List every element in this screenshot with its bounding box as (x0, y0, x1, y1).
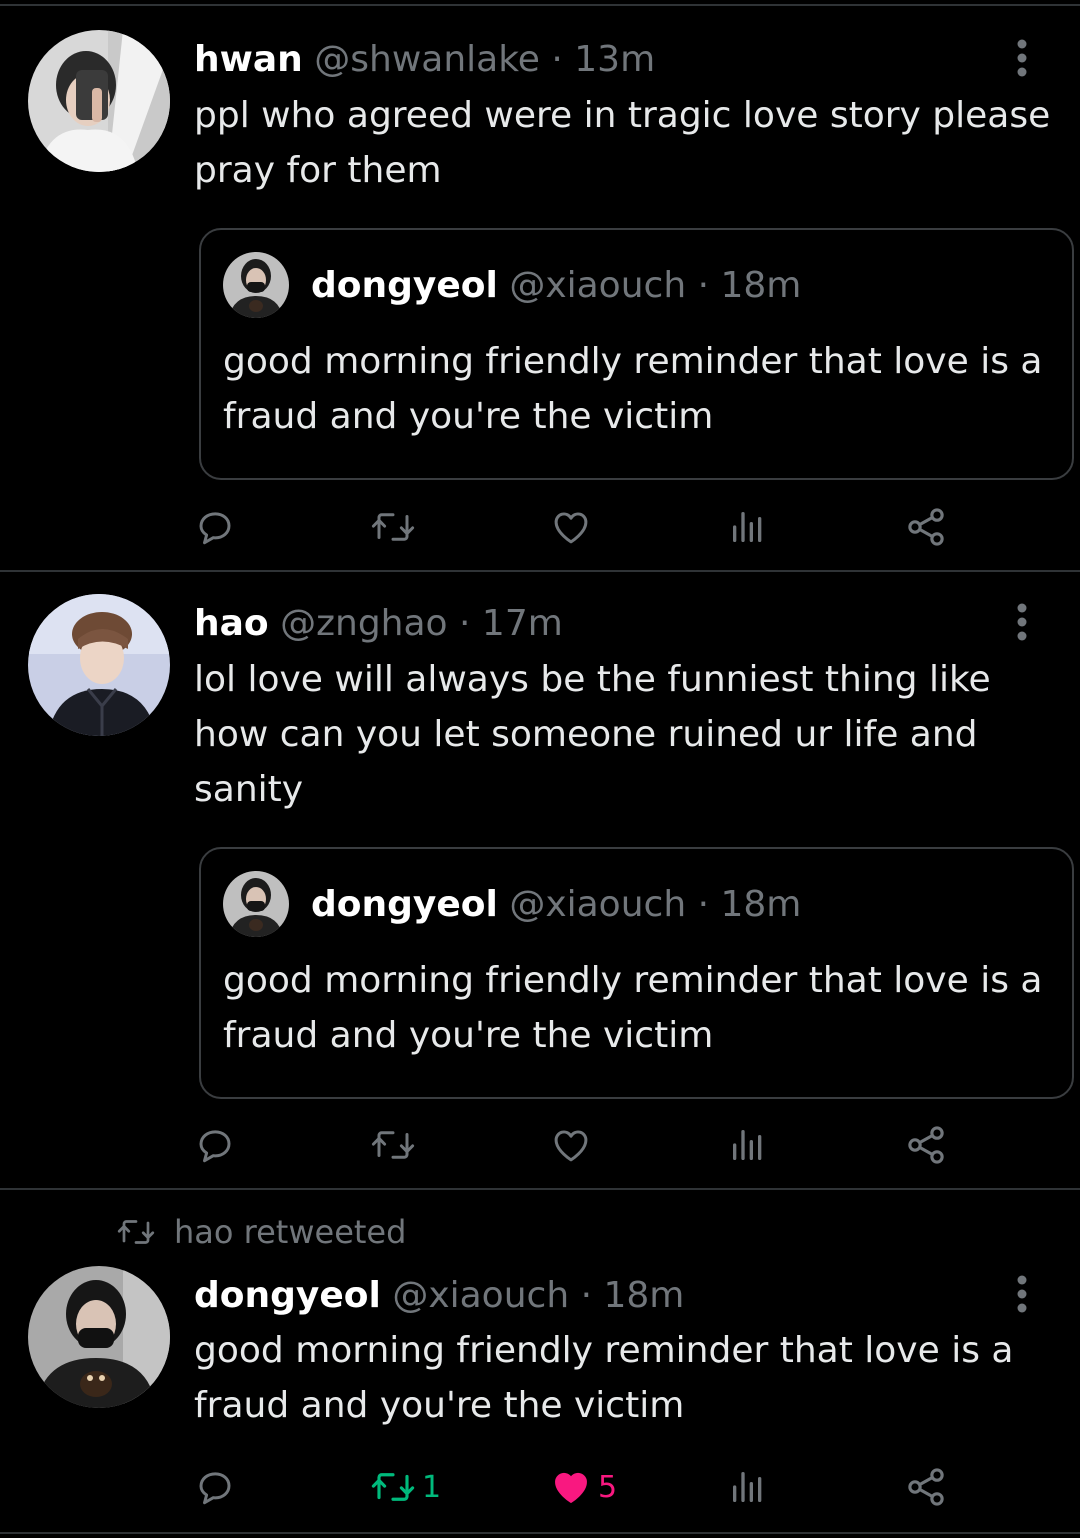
retweet-button[interactable] (370, 502, 416, 552)
views-button[interactable] (728, 1120, 768, 1170)
views-button[interactable] (728, 1462, 768, 1512)
quote-timestamp: 18m (720, 884, 802, 925)
quote-timestamp: 18m (720, 265, 802, 306)
tweet-2[interactable]: hao @znghao · 17m lol love will always b… (0, 572, 1080, 1188)
tweet-3[interactable]: hao retweeted dongyeol @xiaouch · 18m go… (0, 1190, 1080, 1538)
retweet-icon (371, 1473, 415, 1501)
display-name[interactable]: hao (194, 603, 269, 644)
share-button[interactable] (904, 1120, 948, 1170)
reply-icon (199, 1130, 231, 1163)
avatar[interactable] (28, 594, 170, 736)
retweet-button[interactable] (370, 1120, 416, 1170)
reply-icon (199, 1472, 231, 1505)
tweet-text: ppl who agreed were in tragic love story… (194, 95, 1051, 191)
share-button[interactable] (904, 1462, 948, 1512)
like-button[interactable] (550, 502, 592, 552)
handle[interactable]: @znghao (280, 603, 447, 644)
more-icon[interactable] (1004, 1274, 1040, 1314)
reply-button[interactable] (194, 1462, 236, 1512)
tweet-divider (0, 1532, 1080, 1534)
quote-display-name: dongyeol (311, 884, 498, 925)
like-icon (554, 512, 588, 544)
timestamp[interactable]: 17m (482, 603, 563, 644)
retweet-icon (117, 1220, 155, 1244)
share-icon (908, 508, 944, 546)
share-icon (908, 1126, 944, 1164)
quote-display-name: dongyeol (311, 265, 498, 306)
quote-header: dongyeol @xiaouch · 18m (311, 883, 801, 927)
timestamp[interactable]: 18m (603, 1275, 684, 1316)
separator: · (686, 265, 721, 306)
action-bar (0, 1120, 1080, 1170)
retweeted-by-label: hao retweeted (174, 1213, 407, 1251)
quote-handle: @xiaouch (509, 884, 687, 925)
tweet-text: good morning friendly reminder that love… (194, 1330, 1014, 1426)
separator: · (569, 1275, 604, 1316)
separator: · (447, 603, 482, 644)
more-icon[interactable] (1004, 602, 1040, 642)
display-name[interactable]: hwan (194, 39, 303, 80)
reply-button[interactable] (194, 1120, 236, 1170)
tweet-header: hao @znghao · 17m (194, 602, 563, 646)
quote-header: dongyeol @xiaouch · 18m (311, 264, 801, 308)
quote-avatar[interactable] (223, 871, 289, 937)
retweet-icon (371, 1131, 415, 1159)
retweet-count: 1 (422, 1469, 442, 1505)
quoted-tweet[interactable]: dongyeol @xiaouch · 18m good morning fri… (199, 228, 1074, 480)
display-name[interactable]: dongyeol (194, 1275, 381, 1316)
separator: · (539, 39, 575, 80)
quote-text: good morning friendly reminder that love… (223, 960, 1043, 1056)
views-icon (733, 1472, 762, 1502)
retweet-button[interactable]: 1 (370, 1462, 441, 1512)
reply-button[interactable] (194, 502, 236, 552)
avatar[interactable] (28, 30, 170, 172)
separator: · (686, 884, 721, 925)
reply-icon (199, 512, 231, 545)
views-icon (733, 511, 762, 542)
tweet-text: lol love will always be the funniest thi… (194, 659, 991, 810)
timestamp[interactable]: 13m (574, 39, 655, 80)
action-bar: 1 5 (0, 1462, 1080, 1512)
quote-avatar[interactable] (223, 252, 289, 318)
like-icon (554, 1130, 588, 1162)
tweet-header: hwan @shwanlake · 13m (194, 38, 655, 82)
avatar[interactable] (28, 1266, 170, 1408)
share-icon (908, 1468, 944, 1506)
like-button[interactable]: 5 (550, 1462, 617, 1512)
handle[interactable]: @shwanlake (314, 39, 540, 80)
quoted-tweet[interactable]: dongyeol @xiaouch · 18m good morning fri… (199, 847, 1074, 1099)
more-icon[interactable] (1004, 38, 1040, 78)
action-bar (0, 502, 1080, 552)
views-button[interactable] (728, 502, 768, 552)
quote-handle: @xiaouch (509, 265, 687, 306)
views-icon (733, 1130, 762, 1160)
like-icon (555, 1472, 587, 1503)
tweet-1[interactable]: hwan @shwanlake · 13m ppl who agreed wer… (0, 0, 1080, 570)
retweet-icon (371, 513, 415, 541)
tweet-header: dongyeol @xiaouch · 18m (194, 1274, 684, 1318)
like-button[interactable] (550, 1120, 592, 1170)
quote-text: good morning friendly reminder that love… (223, 341, 1043, 437)
like-count: 5 (598, 1469, 618, 1505)
retweet-context[interactable]: hao retweeted (114, 1212, 406, 1252)
share-button[interactable] (904, 502, 948, 552)
handle[interactable]: @xiaouch (392, 1275, 569, 1316)
